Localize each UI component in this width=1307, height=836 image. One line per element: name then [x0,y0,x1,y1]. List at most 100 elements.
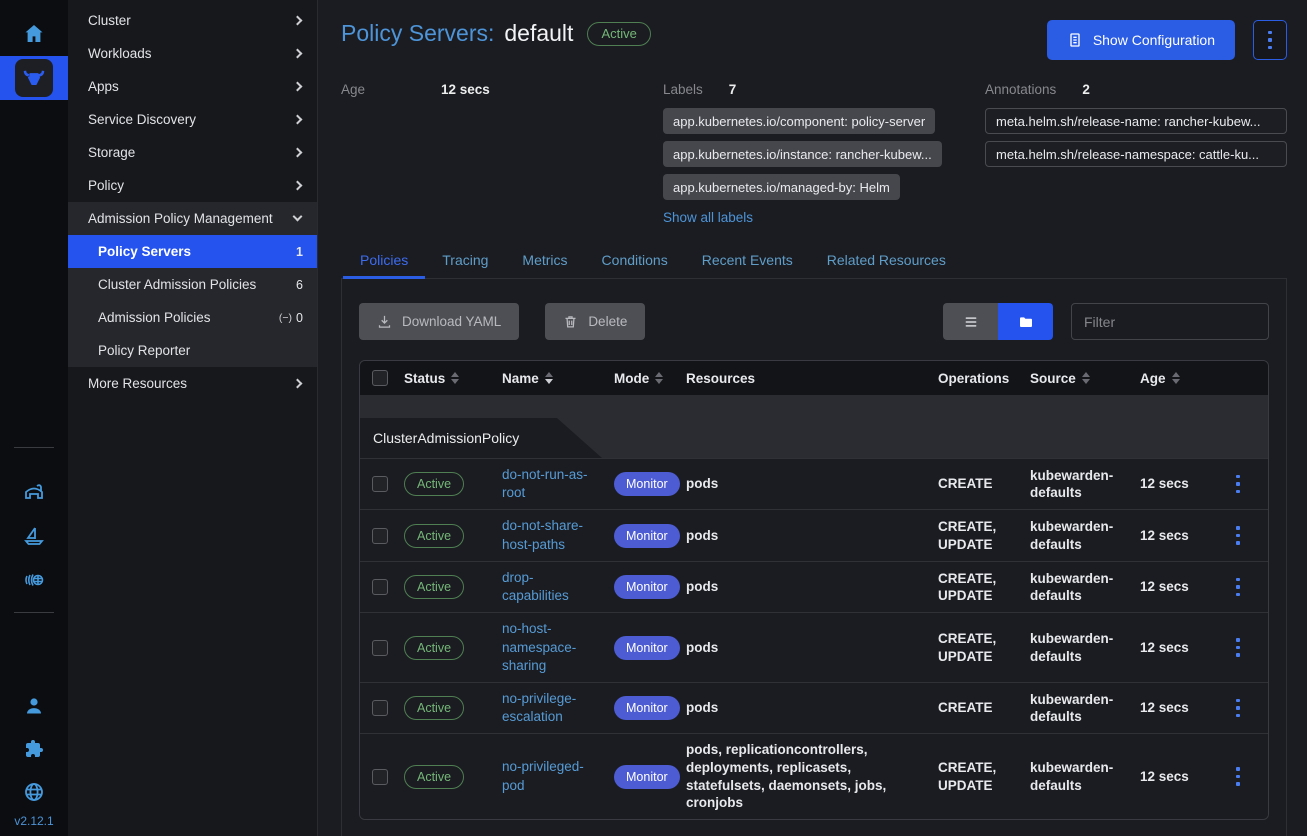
download-yaml-button[interactable]: Download YAML [359,303,519,340]
tab-recent-events[interactable]: Recent Events [685,243,810,278]
chevron-down-icon [293,212,303,222]
show-configuration-button[interactable]: Show Configuration [1047,20,1235,60]
namespaced-count-icon: (−) [279,312,292,324]
labels-label: Labels [663,82,703,97]
column-header-mode[interactable]: Mode [610,371,682,386]
table-row[interactable]: Active drop-capabilities Monitor pods CR… [360,561,1268,612]
nav-item-cluster[interactable]: Cluster [68,4,317,37]
rancher-steer-icon [15,59,53,97]
age-cell: 12 secs [1140,699,1189,717]
cluster-tile-active[interactable] [0,56,68,100]
column-header-name[interactable]: Name [498,371,610,386]
spiral-icon[interactable] [0,568,68,592]
chevron-right-icon [293,82,303,92]
column-header-status[interactable]: Status [400,371,498,386]
table-row[interactable]: Active no-host-namespace-sharing Monitor… [360,612,1268,682]
tab-metrics[interactable]: Metrics [505,243,584,278]
column-header-age[interactable]: Age [1136,371,1210,386]
tab-related-resources[interactable]: Related Resources [810,243,963,278]
fleet-icon[interactable] [0,524,68,548]
row-kebab-menu-button[interactable] [1232,522,1244,549]
row-kebab-menu-button[interactable] [1232,695,1244,722]
status-badge: Active [404,524,464,548]
row-checkbox[interactable] [372,528,388,544]
resources-cell: pods [686,639,718,657]
age-value: 12 secs [441,82,490,227]
sort-icon [451,372,459,384]
table-row[interactable]: Active no-privileged-pod Monitor pods, r… [360,733,1268,818]
app-window: v2.12.1 Cluster Workloads Apps Service D… [0,0,1307,836]
source-cell: kubewarden-defaults [1030,467,1132,502]
list-view-button[interactable] [943,303,998,340]
policy-name-link[interactable]: drop-capabilities [502,569,596,605]
policies-table: Status Name Mode Resources Operations [359,360,1269,820]
nav-item-admission-policies[interactable]: Admission Policies (−) 0 [68,301,317,334]
nav-item-policy[interactable]: Policy [68,169,317,202]
resources-cell: pods [686,578,718,596]
age-label: Age [341,82,441,227]
sort-icon [545,372,553,384]
select-all-checkbox[interactable] [372,370,388,386]
source-cell: kubewarden-defaults [1030,759,1132,794]
mode-badge: Monitor [614,765,680,789]
nav-item-more-resources[interactable]: More Resources [68,367,317,400]
view-toggle [943,303,1053,340]
resources-cell: pods [686,475,718,493]
table-row[interactable]: Active do-not-share-host-paths Monitor p… [360,509,1268,560]
policy-name-link[interactable]: do-not-run-as-root [502,466,596,502]
policy-name-link[interactable]: no-host-namespace-sharing [502,620,596,675]
document-icon [1067,32,1083,48]
row-kebab-menu-button[interactable] [1232,763,1244,790]
row-kebab-menu-button[interactable] [1232,574,1244,601]
extensions-icon[interactable] [0,737,68,761]
mode-badge: Monitor [614,472,680,496]
grouped-view-button[interactable] [998,303,1053,340]
row-checkbox[interactable] [372,579,388,595]
nav-group-admission-policy-management: Admission Policy Management Policy Serve… [68,202,317,367]
user-icon[interactable] [0,694,68,718]
policy-name-link[interactable]: no-privilege-escalation [502,690,596,726]
column-header-source[interactable]: Source [1026,371,1136,386]
harvester-icon[interactable] [0,480,68,504]
nav-item-policy-reporter[interactable]: Policy Reporter [68,334,317,367]
row-checkbox[interactable] [372,769,388,785]
nav-sidebar: Cluster Workloads Apps Service Discovery… [68,0,318,836]
tab-tracing[interactable]: Tracing [425,243,505,278]
home-icon[interactable] [0,22,68,46]
row-checkbox[interactable] [372,476,388,492]
filter-input[interactable] [1071,303,1269,340]
row-kebab-menu-button[interactable] [1232,471,1244,498]
list-icon [963,314,979,330]
nav-item-cluster-admission-policies[interactable]: Cluster Admission Policies 6 [68,268,317,301]
policy-name-link[interactable]: do-not-share-host-paths [502,517,596,553]
label-chip: app.kubernetes.io/component: policy-serv… [663,108,935,134]
nav-item-storage[interactable]: Storage [68,136,317,169]
nav-item-apps[interactable]: Apps [68,70,317,103]
table-row[interactable]: Active no-privilege-escalation Monitor p… [360,682,1268,733]
policy-name-link[interactable]: no-privileged-pod [502,758,596,794]
tab-policies[interactable]: Policies [343,243,425,278]
group-tab-label: ClusterAdmissionPolicy [360,418,602,458]
nav-item-service-discovery[interactable]: Service Discovery [68,103,317,136]
tab-conditions[interactable]: Conditions [585,243,685,278]
globe-icon[interactable] [0,780,68,804]
resources-cell: pods [686,699,718,717]
nav-item-workloads[interactable]: Workloads [68,37,317,70]
nav-item-admission-policy-management[interactable]: Admission Policy Management [68,202,317,235]
header-kebab-menu-button[interactable] [1253,20,1287,60]
delete-button[interactable]: Delete [545,303,645,340]
row-kebab-menu-button[interactable] [1232,634,1244,661]
mode-badge: Monitor [614,524,680,548]
row-checkbox[interactable] [372,640,388,656]
sort-icon [1172,372,1180,384]
age-cell: 12 secs [1140,475,1189,493]
table-row[interactable]: Active do-not-run-as-root Monitor pods C… [360,458,1268,509]
row-checkbox[interactable] [372,700,388,716]
chevron-right-icon [293,148,303,158]
operations-cell: CREATE, UPDATE [938,630,1022,665]
annotations-count: 2 [1082,82,1090,97]
page-title: Policy Servers: default Active [341,20,651,47]
operations-cell: CREATE [938,475,993,493]
nav-item-policy-servers[interactable]: Policy Servers 1 [68,235,317,268]
show-all-labels-link[interactable]: Show all labels [663,210,753,225]
